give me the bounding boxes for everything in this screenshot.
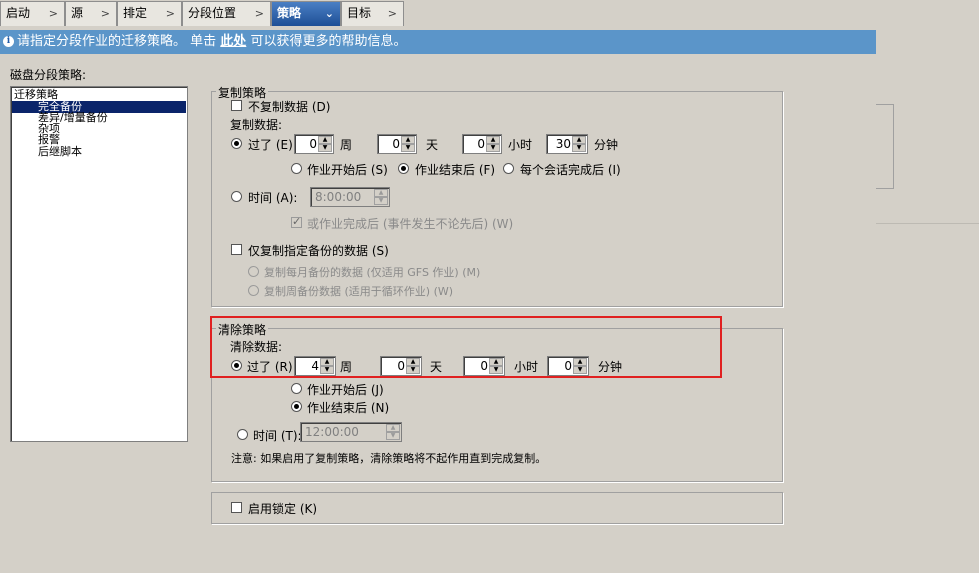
tab-label: 策略: [277, 6, 302, 20]
chevron-right-icon: >: [387, 7, 397, 20]
spin-down-icon[interactable]: ▼: [401, 144, 415, 152]
no-copy-label: 不复制数据 (D): [248, 100, 331, 114]
copy-each-session-radio[interactable]: [503, 163, 514, 174]
spin-up-icon[interactable]: ▲: [486, 136, 500, 144]
purge-job-end-radio[interactable]: [291, 401, 302, 412]
purge-note: 注意: 如果启用了复制策略，清除策略将不起作用直到完成复制。: [231, 452, 547, 465]
chevron-right-icon: >: [254, 7, 264, 20]
tab-label: 排定: [123, 6, 148, 20]
copy-hour-spinner[interactable]: 0 ▲ ▼: [462, 134, 502, 154]
copy-time-radio[interactable]: [231, 191, 242, 202]
purge-job-start-label: 作业开始后 (J): [307, 383, 384, 397]
no-copy-checkbox[interactable]: [231, 100, 242, 111]
enable-lock-label: 启用锁定 (K): [248, 502, 318, 516]
day-unit: 天: [426, 138, 439, 152]
tab-start[interactable]: 启动 >: [0, 1, 65, 26]
copy-weekly-label: 复制周备份数据 (适用于循环作业) (W): [264, 285, 454, 298]
purge-time-spinner[interactable]: 12:00:00 ▲ ▼: [300, 422, 402, 442]
copy-weekly-radio[interactable]: [248, 285, 259, 296]
tab-schedule[interactable]: 排定 >: [117, 1, 182, 26]
info-icon: i: [3, 36, 14, 47]
copy-job-end-radio[interactable]: [398, 163, 409, 174]
tab-bar: 启动 > 源 > 排定 > 分段位置 > 策略 ⌄ 目标 >: [0, 0, 979, 28]
copy-monthly-label: 复制每月备份的数据 (仅适用 GFS 作业) (M): [264, 266, 481, 279]
spinner-value: 0: [309, 137, 317, 151]
chevron-right-icon: >: [48, 7, 58, 20]
purge-time-label: 时间 (T):: [253, 429, 302, 443]
divider: [876, 223, 979, 224]
spinner-value: 30: [555, 137, 571, 151]
spinner-value: 12:00:00: [305, 425, 359, 439]
spin-up-icon[interactable]: ▲: [318, 136, 332, 144]
tab-staging-location[interactable]: 分段位置 >: [182, 1, 271, 26]
copy-minute-spinner[interactable]: 30 ▲ ▼: [546, 134, 588, 154]
spin-up-icon[interactable]: ▲: [572, 136, 586, 144]
spin-down-icon[interactable]: ▼: [374, 197, 388, 205]
info-text-before: 请指定分段作业的迁移策略。 单击: [17, 34, 217, 49]
divider: [893, 104, 894, 188]
divider: [876, 104, 894, 105]
copy-week-spinner[interactable]: 0 ▲ ▼: [294, 134, 334, 154]
chevron-right-icon: >: [165, 7, 175, 20]
purge-job-start-radio[interactable]: [291, 383, 302, 394]
tab-source[interactable]: 源 >: [65, 1, 117, 26]
divider: [876, 188, 894, 189]
spin-up-icon[interactable]: ▲: [386, 424, 400, 432]
copy-data-label: 复制数据:: [230, 118, 283, 132]
tab-destination[interactable]: 目标 >: [341, 1, 404, 26]
spinner-value: 0: [392, 137, 400, 151]
copy-time-spinner[interactable]: 8:00:00 ▲ ▼: [310, 187, 390, 207]
spin-up-icon[interactable]: ▲: [374, 189, 388, 197]
copy-job-start-radio[interactable]: [291, 163, 302, 174]
spin-down-icon[interactable]: ▼: [572, 144, 586, 152]
highlight-box: [210, 316, 722, 378]
help-link[interactable]: 此处: [220, 34, 246, 49]
copy-after-label: 过了 (E): [248, 138, 293, 152]
tab-label: 源: [71, 6, 84, 20]
only-specified-checkbox[interactable]: [231, 244, 242, 255]
left-panel-title: 磁盘分段策略:: [10, 68, 87, 82]
copy-job-end-label: 作业结束后 (F): [415, 163, 496, 177]
copy-time-label: 时间 (A):: [248, 191, 298, 205]
purge-time-radio[interactable]: [237, 429, 248, 440]
policy-tree[interactable]: 迁移策略 完全备份 差异/增量备份 杂项 报警 后继脚本: [10, 86, 188, 442]
info-text-after: 可以获得更多的帮助信息。: [250, 34, 407, 49]
spinner-value: 0: [477, 137, 485, 151]
copy-monthly-radio[interactable]: [248, 266, 259, 277]
minute-unit: 分钟: [594, 138, 619, 152]
enable-lock-checkbox[interactable]: [231, 502, 242, 513]
spin-down-icon[interactable]: ▼: [386, 432, 400, 440]
copy-job-start-label: 作业开始后 (S): [307, 163, 388, 177]
hour-unit: 小时: [508, 138, 533, 152]
chevron-down-icon: ⌄: [324, 7, 334, 20]
spinner-value: 8:00:00: [315, 190, 362, 204]
chevron-right-icon: >: [100, 7, 110, 20]
or-job-done-label: 或作业完成后 (事件发生不论先后) (W): [307, 217, 514, 231]
tab-label: 分段位置: [188, 6, 237, 20]
spin-down-icon[interactable]: ▼: [486, 144, 500, 152]
or-job-done-checkbox[interactable]: [291, 215, 302, 228]
purge-job-end-label: 作业结束后 (N): [307, 401, 390, 415]
week-unit: 周: [340, 138, 353, 152]
copy-day-spinner[interactable]: 0 ▲ ▼: [377, 134, 417, 154]
tab-label: 目标: [347, 6, 372, 20]
only-specified-label: 仅复制指定备份的数据 (S): [248, 244, 389, 258]
spin-down-icon[interactable]: ▼: [318, 144, 332, 152]
info-bar: i 请指定分段作业的迁移策略。 单击 此处 可以获得更多的帮助信息。: [0, 30, 876, 54]
tab-label: 启动: [6, 6, 31, 20]
copy-each-session-label: 每个会话完成后 (I): [520, 163, 621, 177]
tree-item-post-script[interactable]: 后继脚本: [38, 146, 82, 158]
copy-after-radio[interactable]: [231, 138, 242, 149]
spin-up-icon[interactable]: ▲: [401, 136, 415, 144]
tab-policy[interactable]: 策略 ⌄: [271, 1, 341, 26]
